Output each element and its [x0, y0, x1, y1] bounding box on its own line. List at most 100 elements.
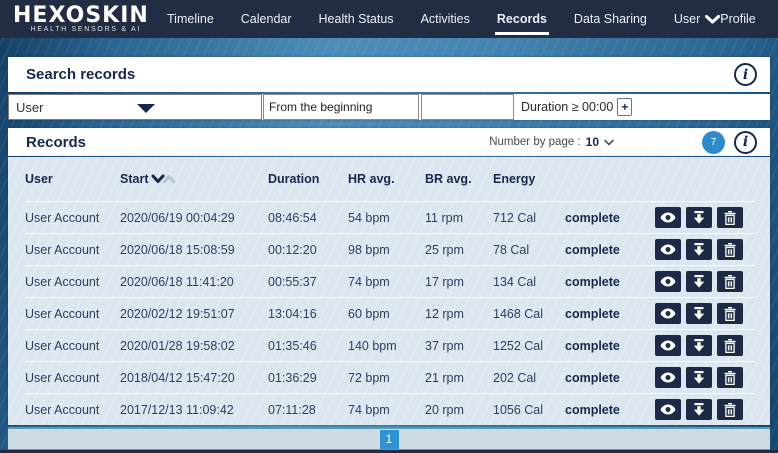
- cell-br-avg: 17 rpm: [425, 275, 493, 289]
- download-record-button[interactable]: [686, 239, 712, 260]
- cell-start: 2020/02/12 19:51:07: [120, 307, 268, 321]
- add-filter-button[interactable]: +: [617, 98, 632, 116]
- number-by-page-select[interactable]: Number by page : 10: [489, 135, 614, 149]
- cell-duration: 08:46:54: [268, 211, 348, 225]
- download-record-button[interactable]: [686, 367, 712, 388]
- delete-record-button[interactable]: [717, 399, 743, 420]
- download-icon: [693, 211, 705, 224]
- view-record-button[interactable]: [655, 207, 681, 228]
- page-1-button[interactable]: 1: [380, 430, 399, 449]
- hexoskin-logo[interactable]: HEXOSKIN HEALTH SENSORS & AI: [13, 5, 141, 34]
- cell-duration: 07:11:28: [268, 403, 348, 417]
- cell-energy: 712 Cal: [493, 211, 565, 225]
- column-header-br-avg: BR avg.: [425, 172, 493, 186]
- view-record-button[interactable]: [655, 399, 681, 420]
- download-record-button[interactable]: [686, 335, 712, 356]
- pagination-bar: 1: [8, 427, 770, 450]
- cell-br-avg: 21 rpm: [425, 371, 493, 385]
- account-nav: Profile Logout: [720, 12, 778, 26]
- nav-item-activities[interactable]: Activities: [421, 12, 470, 26]
- cell-hr-avg: 72 bpm: [348, 371, 425, 385]
- cell-user: User Account: [25, 243, 120, 257]
- row-actions: [648, 399, 755, 420]
- delete-record-button[interactable]: [717, 335, 743, 356]
- nav-item-profile[interactable]: Profile: [720, 12, 755, 26]
- delete-record-button[interactable]: [717, 271, 743, 292]
- cell-hr-avg: 74 bpm: [348, 275, 425, 289]
- cell-start: 2020/06/18 15:08:59: [120, 243, 268, 257]
- view-record-button[interactable]: [655, 271, 681, 292]
- status-badge: complete: [565, 307, 648, 321]
- column-header-energy: Energy: [493, 172, 565, 186]
- date-from-input[interactable]: [263, 94, 419, 120]
- nav-item-user-menu[interactable]: User: [674, 12, 720, 26]
- info-icon[interactable]: i: [734, 63, 757, 86]
- user-filter-dropdown[interactable]: User: [8, 94, 262, 120]
- nav-item-data-sharing[interactable]: Data Sharing: [574, 12, 647, 26]
- record-count-badge: 7: [702, 131, 725, 154]
- cell-duration: 13:04:16: [268, 307, 348, 321]
- row-actions: [648, 335, 755, 356]
- download-record-button[interactable]: [686, 271, 712, 292]
- trash-icon: [724, 211, 736, 225]
- column-header-user: User: [25, 172, 120, 186]
- cell-duration: 01:35:46: [268, 339, 348, 353]
- view-record-button[interactable]: [655, 239, 681, 260]
- download-record-button[interactable]: [686, 207, 712, 228]
- view-record-button[interactable]: [655, 335, 681, 356]
- cell-user: User Account: [25, 403, 120, 417]
- download-icon: [693, 243, 705, 256]
- download-record-button[interactable]: [686, 399, 712, 420]
- cell-hr-avg: 54 bpm: [348, 211, 425, 225]
- search-filter-row: User Duration ≥ 00:00 +: [8, 94, 770, 120]
- cell-energy: 1468 Cal: [493, 307, 565, 321]
- download-record-button[interactable]: [686, 303, 712, 324]
- table-row: User Account 2020/06/19 00:04:29 08:46:5…: [25, 201, 755, 233]
- cell-br-avg: 20 rpm: [425, 403, 493, 417]
- dropdown-triangle-icon: [137, 104, 155, 113]
- table-body: User Account 2020/06/19 00:04:29 08:46:5…: [25, 201, 755, 425]
- date-to-input[interactable]: [421, 94, 514, 120]
- cell-energy: 1252 Cal: [493, 339, 565, 353]
- sort-ascending-icon[interactable]: [162, 174, 176, 184]
- row-actions: [648, 207, 755, 228]
- status-badge: complete: [565, 243, 648, 257]
- delete-record-button[interactable]: [717, 303, 743, 324]
- status-badge: complete: [565, 339, 648, 353]
- download-icon: [693, 339, 705, 352]
- duration-filter-label: Duration ≥ 00:00: [521, 100, 613, 114]
- delete-record-button[interactable]: [717, 239, 743, 260]
- table-row: User Account 2018/04/12 15:47:20 01:36:2…: [25, 361, 755, 393]
- status-badge: complete: [565, 275, 648, 289]
- nav-item-health-status[interactable]: Health Status: [319, 12, 394, 26]
- cell-br-avg: 12 rpm: [425, 307, 493, 321]
- nav-item-calendar[interactable]: Calendar: [241, 12, 292, 26]
- user-filter-value: User: [16, 100, 43, 115]
- column-header-hr-avg: HR avg.: [348, 172, 425, 186]
- view-record-button[interactable]: [655, 367, 681, 388]
- eye-icon: [660, 212, 676, 223]
- main-nav: Timeline Calendar Health Status Activiti…: [167, 12, 720, 26]
- nav-item-timeline[interactable]: Timeline: [167, 12, 214, 26]
- download-icon: [693, 307, 705, 320]
- info-icon[interactable]: i: [734, 131, 757, 154]
- row-actions: [648, 303, 755, 324]
- view-record-button[interactable]: [655, 303, 681, 324]
- nav-item-records[interactable]: Records: [497, 12, 547, 26]
- table-header-row: User Start Duration HR avg. BR avg. Ener…: [25, 157, 755, 201]
- cell-duration: 00:55:37: [268, 275, 348, 289]
- trash-icon: [724, 243, 736, 257]
- search-records-header: Search records i: [8, 57, 770, 92]
- cell-start: 2020/01/28 19:58:02: [120, 339, 268, 353]
- delete-record-button[interactable]: [717, 367, 743, 388]
- table-row: User Account 2020/06/18 15:08:59 00:12:2…: [25, 233, 755, 265]
- trash-icon: [724, 307, 736, 321]
- cell-hr-avg: 98 bpm: [348, 243, 425, 257]
- delete-record-button[interactable]: [717, 207, 743, 228]
- eye-icon: [660, 340, 676, 351]
- cell-start: 2018/04/12 15:47:20: [120, 371, 268, 385]
- top-navbar: HEXOSKIN HEALTH SENSORS & AI Timeline Ca…: [0, 0, 778, 38]
- column-header-start[interactable]: Start: [120, 172, 268, 186]
- table-row: User Account 2020/01/28 19:58:02 01:35:4…: [25, 329, 755, 361]
- table-row: User Account 2017/12/13 11:09:42 07:11:2…: [25, 393, 755, 425]
